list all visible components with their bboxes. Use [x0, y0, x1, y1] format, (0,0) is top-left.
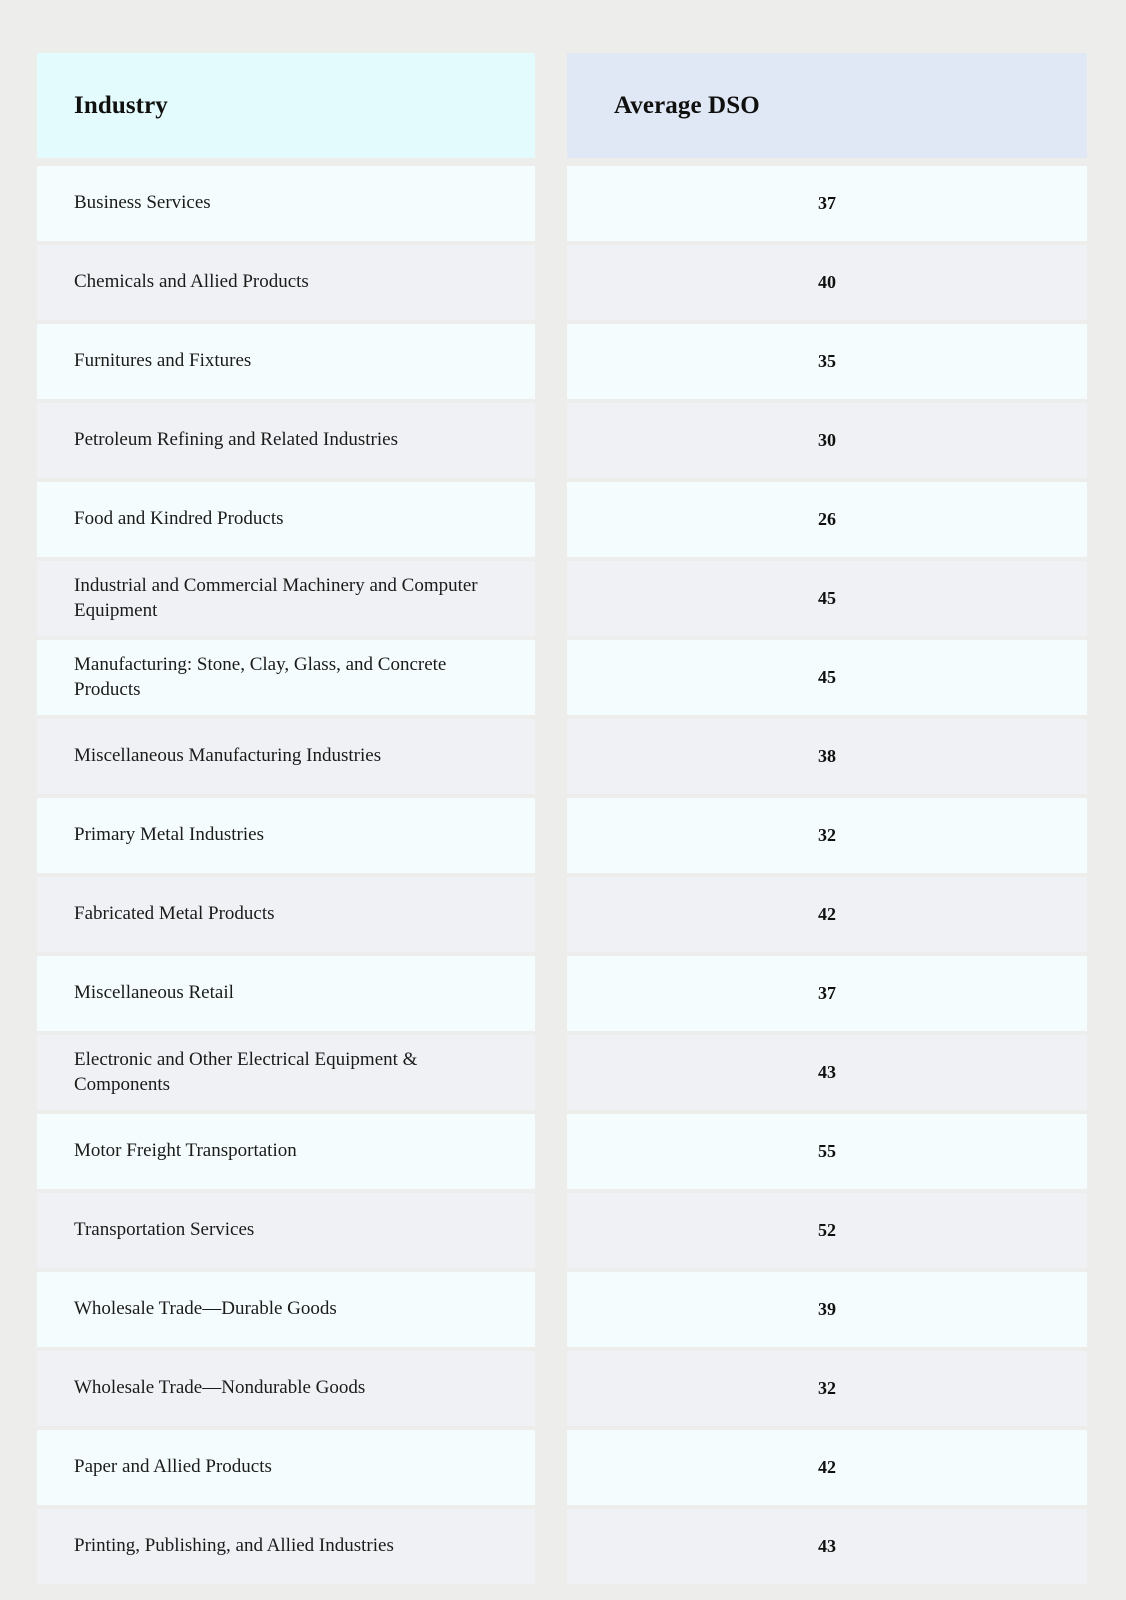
table-row: Food and Kindred Products: [37, 482, 535, 557]
table-row: 38: [567, 719, 1087, 794]
column-header-industry: Industry: [37, 53, 535, 158]
table-row: Chemicals and Allied Products: [37, 245, 535, 320]
average-dso-value: 45: [818, 587, 836, 608]
industry-column: Industry Business Services Chemicals and …: [37, 53, 535, 1584]
table-row: Industrial and Commercial Machinery and …: [37, 561, 535, 636]
table-row: 52: [567, 1193, 1087, 1268]
table-row: 32: [567, 798, 1087, 873]
table-row: 26: [567, 482, 1087, 557]
industry-name: Primary Metal Industries: [74, 824, 264, 846]
table-row: Manufacturing: Stone, Clay, Glass, and C…: [37, 640, 535, 715]
industry-column-body: Business Services Chemicals and Allied Pr…: [37, 166, 535, 1584]
industry-name: Furnitures and Fixtures: [74, 350, 252, 372]
average-dso-value: 30: [818, 429, 836, 450]
table-row: 40: [567, 245, 1087, 320]
industry-name: Chemicals and Allied Products: [74, 271, 309, 293]
table-row: Transportation Services: [37, 1193, 535, 1268]
table-row: 42: [567, 1430, 1087, 1505]
industry-name: Industrial and Commercial Machinery and …: [74, 575, 478, 621]
table-row: Paper and Allied Products: [37, 1430, 535, 1505]
average-dso-value: 43: [818, 1061, 836, 1082]
dso-table: Industry Business Services Chemicals and …: [37, 53, 1087, 1584]
table-row: Petroleum Refining and Related Industrie…: [37, 403, 535, 478]
table-row: Electronic and Other Electrical Equipmen…: [37, 1035, 535, 1110]
average-dso-value: 43: [818, 1535, 836, 1556]
industry-name: Fabricated Metal Products: [74, 903, 275, 925]
table-row: Motor Freight Transportation: [37, 1114, 535, 1189]
table-row: 37: [567, 166, 1087, 241]
industry-name: Manufacturing: Stone, Clay, Glass, and C…: [74, 654, 447, 700]
table-row: 30: [567, 403, 1087, 478]
industry-name: Petroleum Refining and Related Industrie…: [74, 429, 398, 451]
average-dso-value: 32: [818, 824, 836, 845]
table-row: Miscellaneous Manufacturing Industries: [37, 719, 535, 794]
table-row: 43: [567, 1509, 1087, 1584]
average-dso-value: 39: [818, 1298, 836, 1319]
table-row: Printing, Publishing, and Allied Industr…: [37, 1509, 535, 1584]
average-dso-value: 42: [818, 903, 836, 924]
average-dso-value: 37: [818, 192, 836, 213]
table-row: Business Services: [37, 166, 535, 241]
industry-name: Wholesale Trade—Durable Goods: [74, 1298, 337, 1320]
average-dso-value: 38: [818, 745, 836, 766]
average-dso-value: 55: [818, 1140, 836, 1161]
column-header-average-dso: Average DSO: [567, 53, 1087, 158]
average-dso-value: 32: [818, 1377, 836, 1398]
table-row: Primary Metal Industries: [37, 798, 535, 873]
industry-name: Food and Kindred Products: [74, 508, 284, 530]
table-row: Wholesale Trade—Nondurable Goods: [37, 1351, 535, 1426]
dso-column-body: 37 40 35 30 26 45 45 38 32 42 37 43 55 52 39 32 42 43: [567, 166, 1087, 1584]
industry-name: Transportation Services: [74, 1219, 255, 1241]
table-row: 55: [567, 1114, 1087, 1189]
average-dso-value: 42: [818, 1456, 836, 1477]
table-row: 42: [567, 877, 1087, 952]
industry-name: Business Services: [74, 192, 211, 214]
average-dso-value: 35: [818, 350, 836, 371]
average-dso-value: 37: [818, 982, 836, 1003]
table-row: 35: [567, 324, 1087, 399]
industry-name: Electronic and Other Electrical Equipmen…: [74, 1049, 418, 1095]
table-row: Fabricated Metal Products: [37, 877, 535, 952]
average-dso-value: 26: [818, 508, 836, 529]
industry-name: Miscellaneous Retail: [74, 982, 234, 1004]
average-dso-value: 40: [818, 271, 836, 292]
average-dso-value: 52: [818, 1219, 836, 1240]
table-row: 45: [567, 640, 1087, 715]
dso-column: Average DSO 37 40 35 30 26 45 45 38 32 42 37 43 55 52…: [567, 53, 1087, 1584]
table-row: 32: [567, 1351, 1087, 1426]
table-row: Miscellaneous Retail: [37, 956, 535, 1031]
table-row: 37: [567, 956, 1087, 1031]
table-row: 43: [567, 1035, 1087, 1110]
table-row: 39: [567, 1272, 1087, 1347]
table-row: Wholesale Trade—Durable Goods: [37, 1272, 535, 1347]
table-row: Furnitures and Fixtures: [37, 324, 535, 399]
industry-name: Paper and Allied Products: [74, 1456, 272, 1478]
average-dso-value: 45: [818, 666, 836, 687]
industry-name: Wholesale Trade—Nondurable Goods: [74, 1377, 366, 1399]
industry-name: Motor Freight Transportation: [74, 1140, 297, 1162]
industry-name: Miscellaneous Manufacturing Industries: [74, 745, 382, 767]
industry-name: Printing, Publishing, and Allied Industr…: [74, 1535, 394, 1557]
table-row: 45: [567, 561, 1087, 636]
